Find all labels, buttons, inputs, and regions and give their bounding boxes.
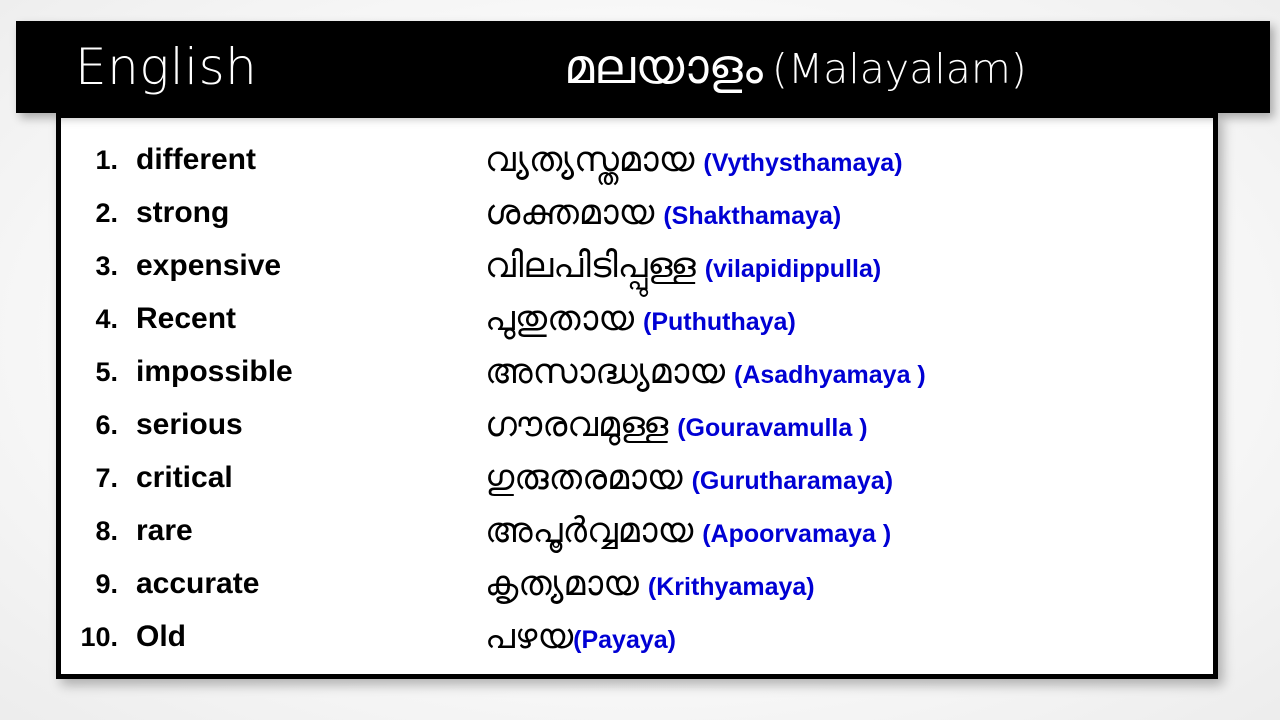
transliteration: (Krithyamaya) — [647, 573, 815, 601]
row-index-label: 3. — [95, 251, 118, 281]
column-header-english: English — [75, 38, 258, 96]
table-row: 1. different വ്യത്യസ്തമായ (Vythysthamaya) — [61, 140, 1213, 193]
malayalam-word: അപൂർവ്വമായ — [485, 511, 694, 551]
vocabulary-table-body: 1. different വ്യത്യസ്തമായ (Vythysthamaya) 2.… — [56, 113, 1218, 679]
english-word: strong — [136, 196, 230, 229]
row-index-label: 4. — [95, 304, 118, 334]
transliteration: (Puthuthaya) — [643, 308, 796, 336]
table-row: 5. impossible അസാദ്ധ്യമായ (Asadhyamaya ) — [61, 352, 1213, 405]
english-word: Old — [136, 620, 186, 653]
english-word: accurate — [136, 567, 260, 600]
table-row: 10. Old പഴയ (Payaya) — [61, 617, 1213, 670]
row-index-label: 5. — [95, 357, 118, 387]
row-index-label: 2. — [95, 198, 118, 228]
row-index-label: 10. — [80, 622, 118, 652]
malayalam-word: പഴയ — [485, 617, 574, 657]
malayalam-cell: അസാദ്ധ്യമായ (Asadhyamaya ) — [485, 352, 926, 395]
transliteration: (Asadhyamaya ) — [734, 361, 926, 389]
transliteration: (vilapidippulla) — [704, 255, 882, 283]
row-index-label: 6. — [95, 410, 118, 440]
malayalam-cell: പുതുതായ (Puthuthaya) — [485, 299, 796, 342]
malayalam-word: വ്യത്യസ്തമായ — [485, 140, 695, 180]
transliteration: (Vythysthamaya) — [703, 149, 903, 177]
malayalam-word: പുതുതായ — [485, 299, 634, 339]
english-word: critical — [136, 461, 233, 494]
english-word: expensive — [136, 249, 282, 282]
row-index-label: 8. — [95, 516, 118, 546]
table-row: 4. Recent പുതുതായ (Puthuthaya) — [61, 299, 1213, 352]
malayalam-cell: വ്യത്യസ്തമായ (Vythysthamaya) — [485, 140, 903, 183]
malayalam-cell: പഴയ (Payaya) — [485, 617, 676, 660]
table-row: 9. accurate കൃത്യമായ (Krithyamaya) — [61, 564, 1213, 617]
malayalam-cell: ഗുരുതരമായ (Gurutharamaya) — [485, 458, 893, 501]
table-header-bar: English മലയാളം (Malayalam) — [16, 21, 1270, 113]
english-word: serious — [136, 408, 243, 441]
malayalam-word: ഗുരുതരമായ — [485, 458, 683, 498]
row-index-label: 7. — [95, 463, 118, 493]
table-row-list: 1. different വ്യത്യസ്തമായ (Vythysthamaya) 2.… — [61, 118, 1213, 674]
english-word: Recent — [136, 302, 237, 335]
transliteration: (Payaya) — [573, 626, 676, 654]
transliteration: (Apoorvamaya ) — [702, 520, 892, 548]
column-header-malayalam-roman: (Malayalam) — [771, 45, 1027, 93]
table-row: 3. expensive വിലപിടിപ്പുള്ള (vilapidippulla… — [61, 246, 1213, 299]
malayalam-cell: ശക്തമായ (Shakthamaya) — [485, 193, 841, 236]
malayalam-word: അസാദ്ധ്യമായ — [485, 352, 725, 392]
malayalam-word: കൃത്യമായ — [485, 564, 639, 604]
table-row: 7. critical ഗുരുതരമായ (Gurutharamaya) — [61, 458, 1213, 511]
english-word: impossible — [136, 355, 293, 388]
table-row: 8. rare അപൂർവ്വമായ (Apoorvamaya ) — [61, 511, 1213, 564]
malayalam-cell: ഗൗരവമുള്ള (Gouravamulla ) — [485, 405, 868, 448]
malayalam-cell: കൃത്യമായ (Krithyamaya) — [485, 564, 815, 607]
malayalam-cell: വിലപിടിപ്പുള്ള (vilapidippulla) — [485, 246, 881, 289]
column-header-malayalam: മലയാളം (Malayalam) — [564, 43, 1027, 91]
vocabulary-table-card: English മലയാളം (Malayalam) 1. different വ്… — [0, 0, 1280, 720]
transliteration: (Shakthamaya) — [663, 202, 842, 230]
malayalam-word: ശക്തമായ — [485, 193, 655, 233]
malayalam-word: വിലപിടിപ്പുള്ള — [485, 246, 696, 286]
transliteration: (Gurutharamaya) — [691, 467, 894, 495]
english-word: rare — [136, 514, 193, 547]
table-row: 2. strong ശക്തമായ (Shakthamaya) — [61, 193, 1213, 246]
transliteration: (Gouravamulla ) — [677, 414, 868, 442]
table-row: 6. serious ഗൗരവമുള്ള (Gouravamulla ) — [61, 405, 1213, 458]
row-index-label: 1. — [95, 145, 118, 175]
malayalam-word: ഗൗരവമുള്ള — [485, 405, 669, 445]
english-word: different — [136, 143, 256, 176]
column-header-malayalam-native: മലയാളം — [564, 39, 763, 95]
row-index-label: 9. — [95, 569, 118, 599]
malayalam-cell: അപൂർവ്വമായ (Apoorvamaya ) — [485, 511, 891, 554]
